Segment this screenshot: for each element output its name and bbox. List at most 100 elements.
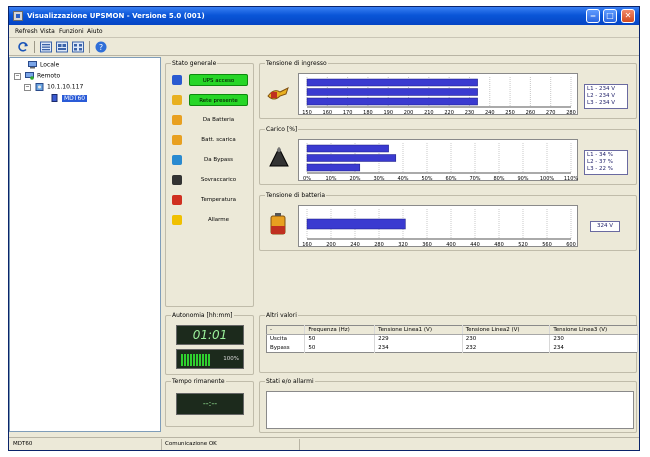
alarms-list[interactable]	[266, 391, 634, 429]
menu-funzioni[interactable]: Funzioni	[59, 28, 84, 35]
tick-label: 280	[374, 242, 384, 248]
toolbar-separator	[89, 41, 90, 53]
table-header[interactable]: -	[266, 325, 306, 335]
tick-label: 480	[494, 242, 504, 248]
table-header[interactable]: Tensione Linea3 (V)	[549, 325, 638, 335]
battery-icon	[268, 212, 288, 236]
tick-label: 250	[505, 110, 515, 116]
table-header[interactable]: Frequenza (Hz)	[304, 325, 376, 335]
bar	[306, 97, 478, 106]
tick-label: 60%	[445, 176, 456, 182]
tempo-rimanente-title: Tempo rimanente	[171, 378, 226, 385]
autonomia-title: Autonomia [hh:mm]	[171, 312, 234, 319]
maximize-button[interactable]: □	[603, 9, 617, 23]
tick-label: 180	[363, 110, 373, 116]
bar	[306, 154, 397, 162]
power-line-icon	[170, 93, 184, 107]
tick-label: 30%	[373, 176, 384, 182]
legend-item: L2 - 234 V	[587, 93, 616, 99]
menu-refresh[interactable]: Refresh	[15, 28, 38, 35]
tick-label: 260	[526, 110, 536, 116]
power-plug-icon	[266, 82, 290, 106]
toolbar-separator	[34, 41, 35, 53]
minimize-button[interactable]: ‒	[586, 9, 600, 23]
battery-level-bar	[181, 354, 211, 366]
table-header[interactable]: Tensione Linea1 (V)	[374, 325, 463, 335]
table-cell: 232	[462, 343, 551, 353]
bypass-icon	[170, 153, 184, 167]
view-grid-icon[interactable]	[72, 41, 84, 53]
legend-item: L1 - 34 %	[587, 152, 614, 158]
tick-label: 150	[302, 110, 312, 116]
bar	[306, 218, 406, 230]
tick-label: 520	[518, 242, 528, 248]
title-bar[interactable]: Visualizzazione UPSMON - Versione 5.0 (0…	[9, 7, 639, 25]
tick-label: 320	[398, 242, 408, 248]
view-details-icon[interactable]	[56, 41, 68, 53]
battery-level-display: 100%	[176, 349, 244, 369]
main-window: Visualizzazione UPSMON - Versione 5.0 (0…	[8, 6, 640, 451]
status-item-label: Da Bypass	[204, 157, 233, 163]
menu-vista[interactable]: Vista	[40, 28, 55, 35]
chart-svg: 0% 10% 20% 30% 40% 50% 60% 70% 80% 90% 100% 110%	[303, 143, 578, 182]
tick-label: 100%	[540, 176, 555, 182]
host-icon	[35, 83, 44, 91]
status-item-label: Da Batteria	[202, 117, 235, 123]
bar	[306, 144, 389, 153]
tick-label: 270	[546, 110, 556, 116]
thermometer-icon	[170, 193, 184, 207]
tick-label: 70%	[469, 176, 480, 182]
tree-item-host[interactable]: −10.1.10.117	[24, 83, 83, 91]
tree-item-locale[interactable]: Locale	[28, 61, 59, 69]
tick-label: 0%	[303, 176, 311, 182]
expand-toggle-icon[interactable]: −	[14, 72, 21, 80]
device-tree[interactable]: Locale − Remoto −10.1.10.117 MDT60	[9, 57, 161, 432]
chart-legend: L1 - 234 V L2 - 234 V L3 - 234 V	[584, 84, 628, 109]
toolbar: ?	[9, 38, 639, 56]
tree-item-device[interactable]: MDT60	[50, 94, 88, 102]
status-item-label: Batt. scarica	[201, 137, 236, 143]
tick-label: 240	[485, 110, 495, 116]
status-item-label: Allarme	[207, 217, 230, 223]
help-icon[interactable]: ?	[95, 41, 107, 53]
chart-legend: L1 - 34 % L2 - 37 % L3 - 22 %	[584, 150, 628, 175]
stato-generale-group: Stato generale UPS acceso Rete presente Da…	[165, 60, 254, 307]
table-cell: 234	[549, 343, 638, 353]
expand-toggle-icon[interactable]: −	[24, 83, 31, 91]
altri-valori-title: Altri valori	[265, 312, 298, 319]
tempo-rimanente-value: --:--	[176, 393, 244, 415]
table-cell: 229	[374, 334, 463, 344]
tick-label: 20%	[349, 176, 360, 182]
status-item-label: Sovraccarico	[200, 177, 237, 183]
legend-item: L2 - 37 %	[587, 159, 614, 165]
status-item: Da Bypass	[170, 152, 250, 168]
table-header[interactable]: Tensione Linea2 (V)	[462, 325, 551, 335]
charts-area-2: Carico [%] 0% 10% 20% 30% 40% 50% 60% 70% 80% 90%…	[259, 126, 639, 189]
tick-label: 210	[424, 110, 434, 116]
tick-label: 160	[323, 110, 333, 116]
tick-label: 200	[404, 110, 414, 116]
close-button[interactable]: ✕	[621, 9, 635, 23]
table-cell: 234	[374, 343, 463, 353]
tree-item-remoto[interactable]: − Remoto	[14, 72, 60, 80]
table-cell: Bypass	[266, 343, 306, 353]
status-divider	[299, 439, 300, 450]
table-cell: 230	[549, 334, 638, 344]
table-cell: 230	[462, 334, 551, 344]
legend-item: L3 - 22 %	[587, 166, 614, 172]
table-row: Uscita 50 229 230 230	[266, 334, 638, 344]
tick-label: 440	[470, 242, 480, 248]
app-icon	[13, 11, 23, 21]
legend-item: L1 - 234 V	[587, 86, 616, 92]
chart-title: Carico [%]	[265, 126, 299, 133]
view-list-icon[interactable]	[40, 41, 52, 53]
status-column: Stato generale UPS acceso Rete presente Da…	[165, 57, 255, 432]
status-item: Rete presente	[170, 92, 250, 108]
chart-plot-area: 0% 10% 20% 30% 40% 50% 60% 70% 80% 90% 100% 110%	[298, 139, 578, 182]
battery-icon	[170, 113, 184, 127]
autonomia-time: 01:01	[176, 325, 244, 345]
menu-aiuto[interactable]: Aiuto	[87, 28, 103, 35]
stato-generale-title: Stato generale	[171, 60, 218, 67]
status-item: UPS acceso	[170, 72, 250, 88]
refresh-icon[interactable]	[17, 41, 29, 53]
